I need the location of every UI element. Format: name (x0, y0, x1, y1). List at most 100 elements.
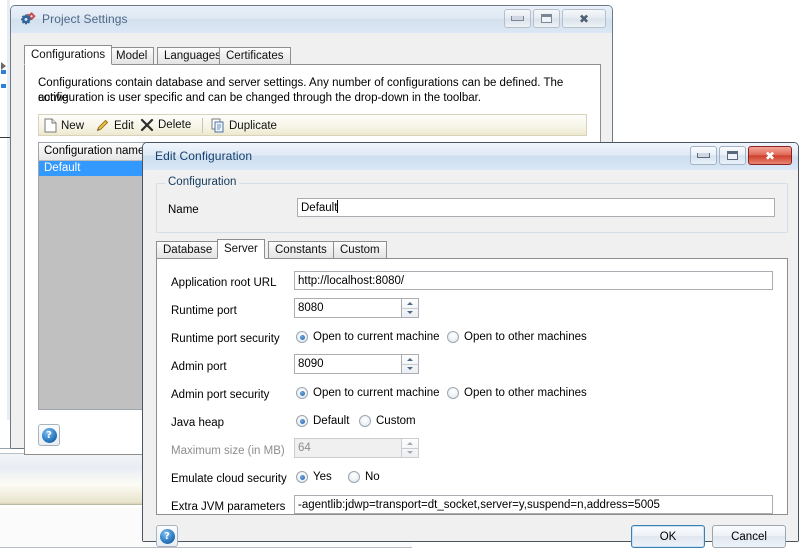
dialog-titlebar[interactable]: Edit Configuration ✖ (143, 143, 798, 171)
radio-admin-security-other[interactable]: Open to other machines (447, 386, 587, 400)
ok-button[interactable]: OK (631, 525, 705, 548)
radio-runtime-security-current-label: Open to current machine (313, 331, 440, 343)
admin-port-stepper[interactable]: 8090 (294, 354, 419, 374)
radio-dot-icon (348, 471, 360, 483)
maximum-size-value: 64 (298, 442, 311, 454)
close-icon: ✖ (764, 148, 776, 163)
name-label: Name (168, 204, 199, 216)
configurations-toolbar[interactable]: New Edit Delete Duplicate (38, 114, 587, 136)
x-mark-icon (140, 118, 154, 132)
radio-dot-icon (296, 331, 308, 343)
server-tabpage: Application root URL http://localhost:80… (156, 258, 788, 515)
tab-languages[interactable]: Languages (157, 47, 228, 64)
maximum-size-spin-buttons (401, 439, 418, 457)
radio-dot-icon (447, 387, 459, 399)
extra-jvm-parameters-field[interactable]: -agentlib:jdwp=transport=dt_socket,serve… (294, 495, 773, 514)
tab-certificates[interactable]: Certificates (219, 47, 291, 64)
duplicate-pages-icon (211, 118, 224, 133)
radio-runtime-security-other-label: Open to other machines (464, 331, 587, 343)
chevron-down-icon (407, 367, 413, 371)
maximum-size-label: Maximum size (in MB) (171, 445, 285, 457)
close-icon: ✖ (578, 11, 590, 26)
chevron-up-icon (407, 301, 413, 305)
java-heap-label: Java heap (171, 417, 225, 429)
maximize-button[interactable] (533, 9, 560, 28)
radio-runtime-security-current[interactable]: Open to current machine (296, 330, 440, 344)
tab-server[interactable]: Server (217, 239, 265, 259)
application-root-url-field[interactable]: http://localhost:8080/ (294, 271, 773, 290)
chevron-up-icon (407, 357, 413, 361)
radio-java-heap-custom-label: Custom (376, 415, 416, 427)
admin-port-security-label: Admin port security (171, 389, 270, 401)
tab-configurations[interactable]: Configurations (24, 45, 113, 65)
question-mark-icon: ? (159, 528, 175, 544)
application-root-url-label: Application root URL (171, 277, 277, 289)
edit-button-label: Edit (114, 119, 134, 132)
tab-custom[interactable]: Custom (333, 241, 387, 258)
radio-java-heap-custom[interactable]: Custom (359, 414, 416, 428)
runtime-port-label: Runtime port (171, 305, 237, 317)
spin-up-button[interactable] (402, 355, 418, 365)
runtime-port-security-label: Runtime port security (171, 333, 280, 345)
duplicate-button[interactable]: Duplicate (211, 118, 277, 133)
spin-up-button (402, 439, 418, 449)
project-settings-caption-buttons[interactable]: ✖ (504, 9, 606, 28)
help-button[interactable]: ? (38, 424, 60, 446)
radio-cloud-security-no[interactable]: No (348, 470, 380, 484)
new-button-label: New (61, 119, 85, 132)
spin-down-button (402, 449, 418, 458)
close-button[interactable]: ✖ (562, 9, 606, 28)
admin-port-spin-buttons[interactable] (401, 355, 418, 373)
radio-java-heap-default-label: Default (313, 415, 350, 427)
new-button[interactable]: New (44, 118, 84, 133)
maximum-size-stepper: 64 (294, 438, 419, 458)
maximize-icon (541, 14, 552, 23)
delete-button-label: Delete (158, 119, 192, 131)
tab-model[interactable]: Model (109, 47, 155, 64)
admin-port-value: 8090 (298, 358, 324, 370)
radio-cloud-security-yes[interactable]: Yes (296, 470, 332, 484)
new-page-icon (44, 118, 57, 133)
edit-configuration-dialog[interactable]: Edit Configuration ✖ Configuration Name … (142, 142, 799, 548)
name-field[interactable]: Default (297, 198, 775, 217)
duplicate-button-label: Duplicate (229, 119, 277, 132)
project-settings-titlebar[interactable]: Project Settings ✖ (11, 6, 612, 34)
edit-button[interactable]: Edit (95, 118, 134, 133)
radio-dot-icon (359, 415, 371, 427)
spin-down-button[interactable] (402, 309, 418, 318)
radio-java-heap-default[interactable]: Default (296, 414, 349, 428)
cancel-button[interactable]: Cancel (712, 525, 786, 548)
radio-dot-icon (447, 331, 459, 343)
radio-admin-security-current-label: Open to current machine (313, 387, 440, 399)
minimize-button[interactable] (504, 9, 531, 28)
dialog-tabstrip[interactable]: Database Server Constants Custom (156, 239, 786, 259)
dialog-maximize-button[interactable] (719, 146, 746, 165)
emulate-cloud-security-label: Emulate cloud security (171, 473, 287, 485)
spin-down-button[interactable] (402, 365, 418, 374)
dialog-help-button[interactable]: ? (156, 525, 178, 547)
radio-dot-icon (296, 387, 308, 399)
tab-database[interactable]: Database (156, 241, 220, 258)
delete-button[interactable]: Delete (140, 118, 191, 132)
gears-icon (20, 12, 37, 28)
minimize-icon (511, 16, 524, 21)
runtime-port-spin-buttons[interactable] (401, 299, 418, 317)
radio-admin-security-current[interactable]: Open to current machine (296, 386, 440, 400)
project-settings-tabstrip[interactable]: Configurations Model Languages Certifica… (24, 45, 599, 65)
dialog-caption-buttons[interactable]: ✖ (690, 146, 792, 165)
configuration-groupbox-title: Configuration (165, 176, 240, 188)
radio-dot-icon (296, 415, 308, 427)
dialog-close-button[interactable]: ✖ (748, 146, 792, 165)
tab-constants[interactable]: Constants (268, 241, 334, 258)
dialog-minimize-button[interactable] (690, 146, 717, 165)
configuration-groupbox: Configuration Name Default (156, 176, 788, 233)
chevron-up-icon (407, 441, 413, 445)
runtime-port-value: 8080 (298, 302, 324, 314)
radio-runtime-security-other[interactable]: Open to other machines (447, 330, 587, 344)
pencil-icon (96, 119, 109, 132)
runtime-port-stepper[interactable]: 8080 (294, 298, 419, 318)
toolbar-separator (202, 118, 203, 133)
minimize-icon (697, 153, 710, 158)
name-field-value: Default (301, 202, 338, 214)
spin-up-button[interactable] (402, 299, 418, 309)
